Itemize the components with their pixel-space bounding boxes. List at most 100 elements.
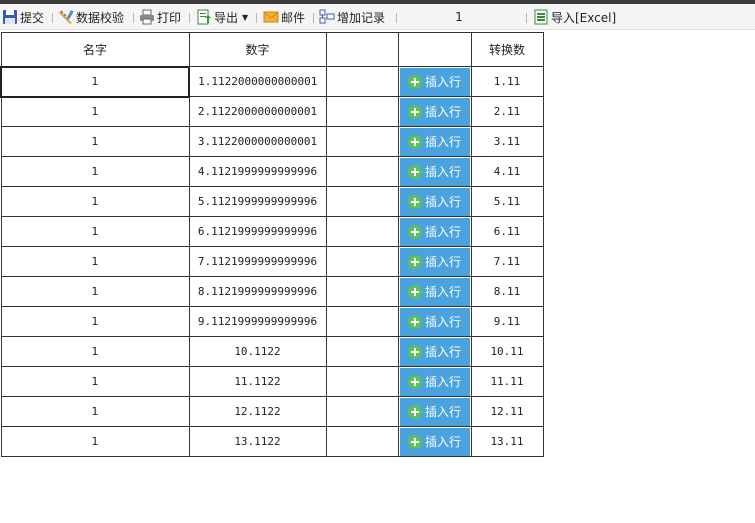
cell-number[interactable]: 6.1121999999999996 <box>188 216 327 247</box>
table-row: 1 1.1122000000000001 插入行 1.11 <box>0 65 544 98</box>
cell-name[interactable]: 1 <box>0 336 190 367</box>
insert-row-button[interactable]: 插入行 <box>399 187 470 216</box>
mail-button[interactable]: 邮件 <box>263 4 305 30</box>
insert-row-label: 插入行 <box>424 315 461 329</box>
cell-name[interactable]: 1 <box>0 426 190 457</box>
cell-number[interactable]: 2.1122000000000001 <box>188 96 327 127</box>
cell-converted[interactable]: 11.11 <box>470 366 544 397</box>
import-excel-button[interactable]: 导入[Excel] <box>533 4 616 30</box>
cell-empty[interactable] <box>325 126 399 157</box>
cell-name[interactable]: 1 <box>0 246 190 277</box>
add-record-button[interactable]: 增加记录 <box>319 4 385 30</box>
header-name[interactable]: 名字 <box>0 32 190 67</box>
insert-row-label: 插入行 <box>424 435 461 449</box>
cell-name[interactable]: 1 <box>0 276 190 307</box>
insert-row-button[interactable]: 插入行 <box>399 427 470 456</box>
cell-empty[interactable] <box>325 276 399 307</box>
insert-row-button[interactable]: 插入行 <box>399 67 470 96</box>
cell-number[interactable]: 7.1121999999999996 <box>188 246 327 277</box>
header-converted[interactable]: 转换数 <box>470 32 544 67</box>
cell-empty[interactable] <box>325 66 399 97</box>
insert-row-button[interactable]: 插入行 <box>399 217 470 246</box>
cell-converted[interactable]: 6.11 <box>470 216 544 247</box>
validate-button[interactable]: 数据校验 <box>58 4 124 30</box>
excel-icon <box>534 9 548 25</box>
insert-row-label: 插入行 <box>424 75 461 89</box>
cell-converted[interactable]: 12.11 <box>470 396 544 427</box>
cell-number[interactable]: 11.1122 <box>188 366 327 397</box>
cell-converted[interactable]: 9.11 <box>470 306 544 337</box>
cell-empty[interactable] <box>325 246 399 277</box>
cell-name[interactable]: 1 <box>0 156 190 187</box>
cell-name[interactable]: 1 <box>0 186 190 217</box>
cell-number[interactable]: 12.1122 <box>188 396 327 427</box>
insert-row-label: 插入行 <box>424 135 461 149</box>
cell-empty[interactable] <box>325 336 399 367</box>
header-empty-2[interactable] <box>397 32 472 67</box>
cell-name[interactable]: 1 <box>0 216 190 247</box>
cell-converted[interactable]: 3.11 <box>470 126 544 157</box>
insert-row-button[interactable]: 插入行 <box>399 247 470 276</box>
cell-insert: 插入行 <box>397 126 472 157</box>
cell-insert: 插入行 <box>397 366 472 397</box>
cell-number[interactable]: 13.1122 <box>188 426 327 457</box>
print-button[interactable]: 打印 <box>139 4 181 30</box>
cell-number[interactable]: 4.1121999999999996 <box>188 156 327 187</box>
export-dropdown[interactable]: 导出 ▼ <box>196 4 248 30</box>
cell-number[interactable]: 5.1121999999999996 <box>188 186 327 217</box>
header-number[interactable]: 数字 <box>188 32 327 67</box>
table-row: 1 10.1122 插入行 10.11 <box>0 336 544 367</box>
envelope-icon <box>263 11 279 23</box>
insert-row-button[interactable]: 插入行 <box>399 397 470 426</box>
plus-circle-icon <box>407 344 422 359</box>
plus-circle-icon <box>407 164 422 179</box>
cell-empty[interactable] <box>325 306 399 337</box>
submit-button[interactable]: 提交 <box>2 4 44 30</box>
insert-row-button[interactable]: 插入行 <box>399 307 470 336</box>
header-empty-1[interactable] <box>325 32 399 67</box>
cell-empty[interactable] <box>325 216 399 247</box>
cell-number[interactable]: 3.1122000000000001 <box>188 126 327 157</box>
cell-number[interactable]: 8.1121999999999996 <box>188 276 327 307</box>
cell-converted[interactable]: 5.11 <box>470 186 544 217</box>
cell-converted[interactable]: 13.11 <box>470 426 544 457</box>
cell-number[interactable]: 9.1121999999999996 <box>188 306 327 337</box>
add-record-icon <box>319 9 335 24</box>
cell-name[interactable]: 1 <box>0 396 190 427</box>
insert-row-button[interactable]: 插入行 <box>399 277 470 306</box>
cell-empty[interactable] <box>325 156 399 187</box>
insert-row-button[interactable]: 插入行 <box>399 367 470 396</box>
cell-converted[interactable]: 8.11 <box>470 276 544 307</box>
table-row: 1 6.1121999999999996 插入行 6.11 <box>0 216 544 247</box>
insert-row-button[interactable]: 插入行 <box>399 97 470 126</box>
cell-converted[interactable]: 7.11 <box>470 246 544 277</box>
export-icon <box>197 9 211 25</box>
cell-converted[interactable]: 4.11 <box>470 156 544 187</box>
cell-insert: 插入行 <box>397 396 472 427</box>
cell-name[interactable]: 1 <box>0 96 190 127</box>
cell-name[interactable]: 1 <box>0 126 190 157</box>
cell-empty[interactable] <box>325 426 399 457</box>
cell-name[interactable]: 1 <box>0 306 190 337</box>
page-number-input[interactable] <box>398 8 520 26</box>
insert-row-button[interactable]: 插入行 <box>399 157 470 186</box>
cell-insert: 插入行 <box>397 96 472 127</box>
cell-converted[interactable]: 2.11 <box>470 96 544 127</box>
toolbar-separator <box>52 13 53 23</box>
cell-converted[interactable]: 10.11 <box>470 336 544 367</box>
validate-label: 数据校验 <box>76 10 125 25</box>
insert-row-button[interactable]: 插入行 <box>399 337 470 366</box>
cell-empty[interactable] <box>325 96 399 127</box>
insert-row-button[interactable]: 插入行 <box>399 127 470 156</box>
cell-converted[interactable]: 1.11 <box>470 66 544 97</box>
cell-empty[interactable] <box>325 186 399 217</box>
plus-circle-icon <box>407 134 422 149</box>
cell-number[interactable]: 1.1122000000000001 <box>188 66 327 97</box>
cell-number[interactable]: 10.1122 <box>188 336 327 367</box>
table-row: 1 2.1122000000000001 插入行 2.11 <box>0 96 544 127</box>
cell-name[interactable]: 1 <box>0 366 190 397</box>
table-row: 1 13.1122 插入行 13.11 <box>0 426 544 457</box>
cell-empty[interactable] <box>325 366 399 397</box>
cell-name[interactable]: 1 <box>0 65 190 98</box>
cell-empty[interactable] <box>325 396 399 427</box>
